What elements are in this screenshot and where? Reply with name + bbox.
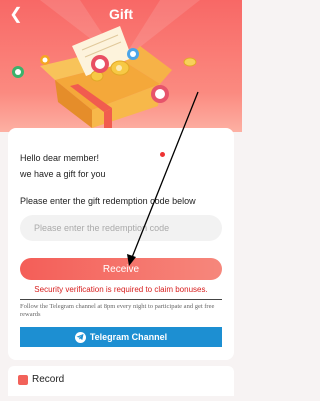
greeting-line-2: we have a gift for you [20,169,106,179]
record-label: Record [32,374,65,385]
page-title: Gift [108,6,134,22]
telegram-note: Follow the Telegram channel at 8pm every… [20,303,215,318]
security-warning: Security verification is required to cla… [34,285,208,294]
greeting-text: Hello dear member! we have a gift for yo… [20,150,106,182]
header-banner: ❮ Gift [0,0,242,132]
telegram-button-label: Telegram Channel [89,332,168,342]
greeting-line-1: Hello dear member! [20,153,100,163]
telegram-icon [74,331,86,343]
gift-card: Hello dear member! we have a gift for yo… [8,128,234,360]
redemption-prompt: Please enter the gift redemption code be… [20,196,196,206]
divider [20,299,222,300]
record-icon [18,375,28,385]
receive-button[interactable]: Receive [20,258,222,280]
record-section[interactable]: Record [8,366,234,396]
redemption-code-input[interactable] [20,215,222,241]
notification-dot [160,152,165,157]
telegram-channel-button[interactable]: Telegram Channel [20,327,222,347]
